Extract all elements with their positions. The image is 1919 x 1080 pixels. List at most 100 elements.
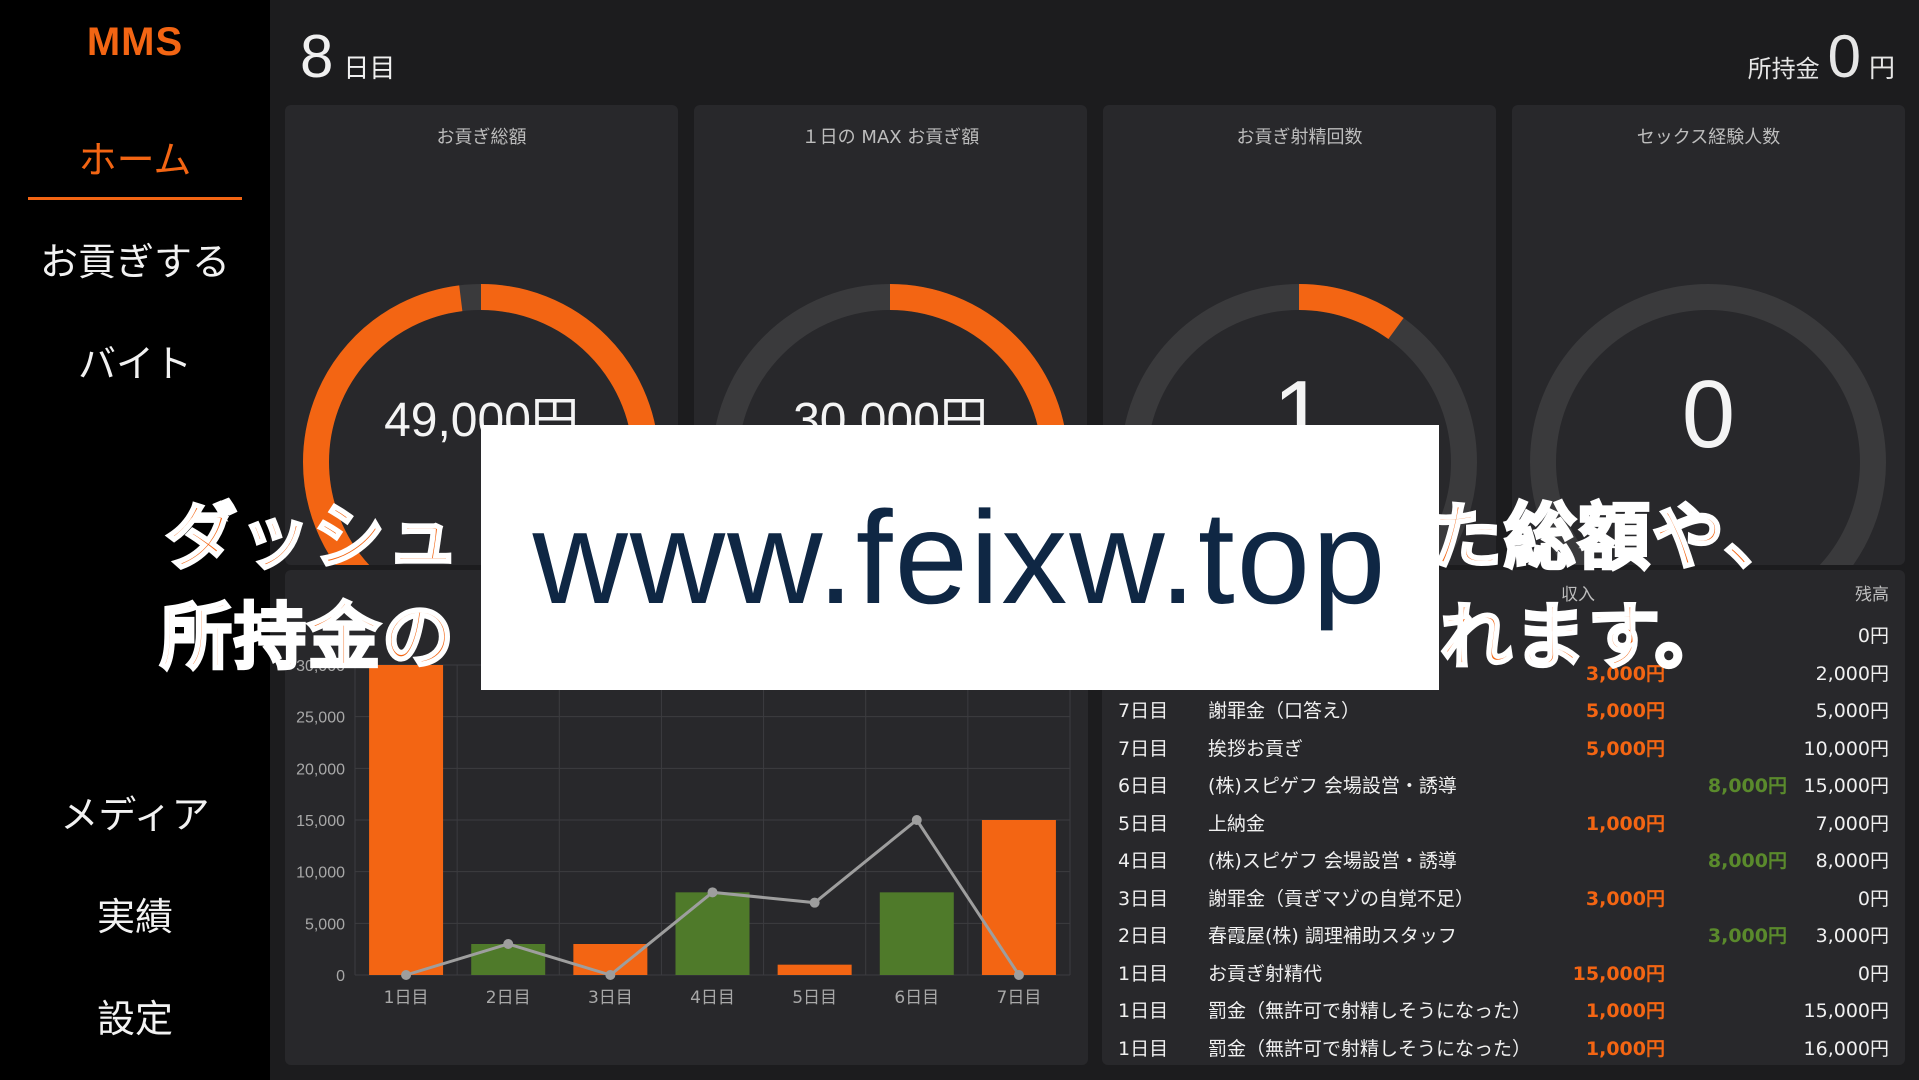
ledger-day: 7日目 xyxy=(1118,700,1169,722)
ledger-balance: 0円 xyxy=(1857,962,1889,985)
ledger-row: 3日目 謝罪金（貢ぎマゾの自覚不足） 3,000円 0円 xyxy=(1102,881,1905,918)
x-tick-label: 4日目 xyxy=(690,988,735,1008)
ledger-row: 7日目 謝罪金（口答え） 5,000円 5,000円 xyxy=(1102,693,1905,730)
chart-bar xyxy=(369,665,444,975)
ledger-day: 1日目 xyxy=(1118,962,1169,985)
caption-line2-tail: れます。 xyxy=(1439,594,1729,681)
x-tick-label: 3日目 xyxy=(588,988,633,1008)
ledger-row: 4日目 (株)スピゲフ 会場設営・誘導 8,000円 8,000円 xyxy=(1102,843,1905,880)
ledger-day: 5日目 xyxy=(1118,812,1169,835)
wallet-value: 0 xyxy=(1827,23,1861,90)
x-tick-label: 1日目 xyxy=(384,988,429,1008)
ledger-balance: 8,000円 xyxy=(1815,850,1889,872)
ledger-expense: 15,000円 xyxy=(1572,962,1665,985)
x-tick-label: 5日目 xyxy=(792,988,837,1008)
chart-bar xyxy=(879,892,954,975)
ledger-day: 7日目 xyxy=(1118,737,1169,760)
ledger-income: 3,000円 xyxy=(1707,925,1787,947)
ledger-balance: 3,000円 xyxy=(1815,925,1889,947)
ledger-header-balance: 残高 xyxy=(1855,585,1889,605)
ledger-day: 3日目 xyxy=(1118,887,1169,910)
ledger-day: 4日目 xyxy=(1118,850,1169,872)
chart-bar xyxy=(675,892,750,975)
watermark-text: www.feixw.top xyxy=(532,484,1388,631)
ledger-balance: 10,000円 xyxy=(1803,737,1889,760)
ledger-expense: 1,000円 xyxy=(1585,812,1665,835)
ledger-balance: 2,000円 xyxy=(1815,662,1889,685)
ledger-description: 春霞屋(株) 調理補助スタッフ xyxy=(1208,925,1457,947)
app-logo: MMS xyxy=(86,20,184,64)
chart-point xyxy=(1013,970,1024,980)
ledger-expense: 3,000円 xyxy=(1585,887,1665,910)
wallet-label: 所持金 xyxy=(1747,55,1820,83)
ledger-description: お貢ぎ射精代 xyxy=(1208,962,1323,985)
ledger-day: 6日目 xyxy=(1118,775,1169,797)
y-tick-label: 20,000 xyxy=(296,761,345,778)
day-suffix: 日目 xyxy=(343,54,396,84)
ledger-row: 1日目 罰金（無許可で射精しそうになった） 1,000円 16,000円 xyxy=(1102,1031,1905,1066)
x-tick-label: 2日目 xyxy=(486,988,531,1008)
ledger-description: (株)スピゲフ 会場設営・誘導 xyxy=(1208,775,1457,797)
sidebar-item-media[interactable]: メディア xyxy=(28,775,242,855)
ledger-expense: 1,000円 xyxy=(1585,1037,1665,1060)
sidebar-item-settings[interactable]: 設定 xyxy=(28,979,242,1059)
sidebar-item-job[interactable]: バイト xyxy=(28,324,242,404)
y-tick-label: 25,000 xyxy=(296,710,345,727)
day-number: 8 xyxy=(300,23,334,90)
sidebar-item-home[interactable]: ホーム xyxy=(28,120,242,200)
ledger-row: 5日目 上納金 1,000円 7,000円 xyxy=(1102,806,1905,843)
ledger-expense: 5,000円 xyxy=(1585,700,1665,722)
caption-line1-tail: た総額や、 xyxy=(1429,494,1798,581)
ledger-balance: 7,000円 xyxy=(1815,812,1889,835)
ledger-balance: 5,000円 xyxy=(1815,700,1889,722)
y-tick-label: 5,000 xyxy=(305,916,345,933)
ledger-description: 挨拶お貢ぎ xyxy=(1208,737,1304,760)
ledger-day: 1日目 xyxy=(1118,1037,1169,1060)
ledger-balance: 16,000円 xyxy=(1803,1037,1889,1060)
stat-title: お貢ぎ総額 xyxy=(436,127,527,148)
x-tick-label: 6日目 xyxy=(894,988,939,1008)
ledger-row: 6日目 (株)スピゲフ 会場設営・誘導 8,000円 15,000円 xyxy=(1102,768,1905,805)
ledger-balance: 15,000円 xyxy=(1803,775,1889,797)
ledger-expense: 5,000円 xyxy=(1585,737,1665,760)
sidebar-item-achievements[interactable]: 実績 xyxy=(28,877,242,957)
ledger-balance: 0円 xyxy=(1857,625,1889,647)
ledger-expense: 1,000円 xyxy=(1585,1000,1665,1022)
ledger-description: 罰金（無許可で射精しそうになった） xyxy=(1208,1000,1532,1022)
ledger-row: 7日目 挨拶お貢ぎ 5,000円 10,000円 xyxy=(1102,731,1905,768)
ledger-balance: 15,000円 xyxy=(1803,1000,1889,1022)
ledger-description: 謝罪金（口答え） xyxy=(1208,700,1361,722)
ledger-row: 1日目 罰金（無許可で射精しそうになった） 1,000円 15,000円 xyxy=(1102,993,1905,1030)
stat-title: セックス経験人数 xyxy=(1636,127,1781,148)
stat-title: １日の MAX お貢ぎ額 xyxy=(801,127,980,148)
chart-bar xyxy=(981,820,1056,975)
ledger-description: 上納金 xyxy=(1208,812,1266,835)
y-tick-label: 15,000 xyxy=(296,813,345,830)
chart-point xyxy=(401,970,412,980)
caption-line2: 所持金の xyxy=(158,594,457,681)
chart-bar xyxy=(777,964,852,975)
chart-point xyxy=(503,939,514,949)
chart-point xyxy=(707,887,718,898)
wallet-unit: 円 xyxy=(1868,54,1895,84)
wallet-display: 所持金 0 円 xyxy=(1748,22,1895,91)
ledger-row: 2日目 春霞屋(株) 調理補助スタッフ 3,000円 3,000円 xyxy=(1102,918,1905,955)
ledger-day: 2日目 xyxy=(1118,925,1169,947)
sidebar-item-tribute[interactable]: お貢ぎする xyxy=(28,222,242,302)
ledger-description: (株)スピゲフ 会場設営・誘導 xyxy=(1208,850,1457,872)
ledger-description: 謝罪金（貢ぎマゾの自覚不足） xyxy=(1208,887,1475,910)
chart-point xyxy=(605,970,616,980)
x-tick-label: 7日目 xyxy=(997,988,1042,1008)
stat-title: お貢ぎ射精回数 xyxy=(1236,127,1363,148)
stat-value: 0 xyxy=(1681,361,1736,468)
ledger-row: 1日目 お貢ぎ射精代 15,000円 0円 xyxy=(1102,956,1905,993)
day-counter: 8 日目 xyxy=(300,22,395,91)
watermark-banner: www.feixw.top xyxy=(481,425,1439,690)
ledger-balance: 0円 xyxy=(1857,887,1889,910)
ledger-income: 8,000円 xyxy=(1707,850,1787,872)
ledger-income: 8,000円 xyxy=(1707,775,1787,797)
y-tick-label: 0 xyxy=(336,968,345,985)
caption-line1: ダッシュ xyxy=(163,494,462,581)
ledger-description: 罰金（無許可で射精しそうになった） xyxy=(1208,1037,1532,1060)
chart-point xyxy=(911,815,922,825)
